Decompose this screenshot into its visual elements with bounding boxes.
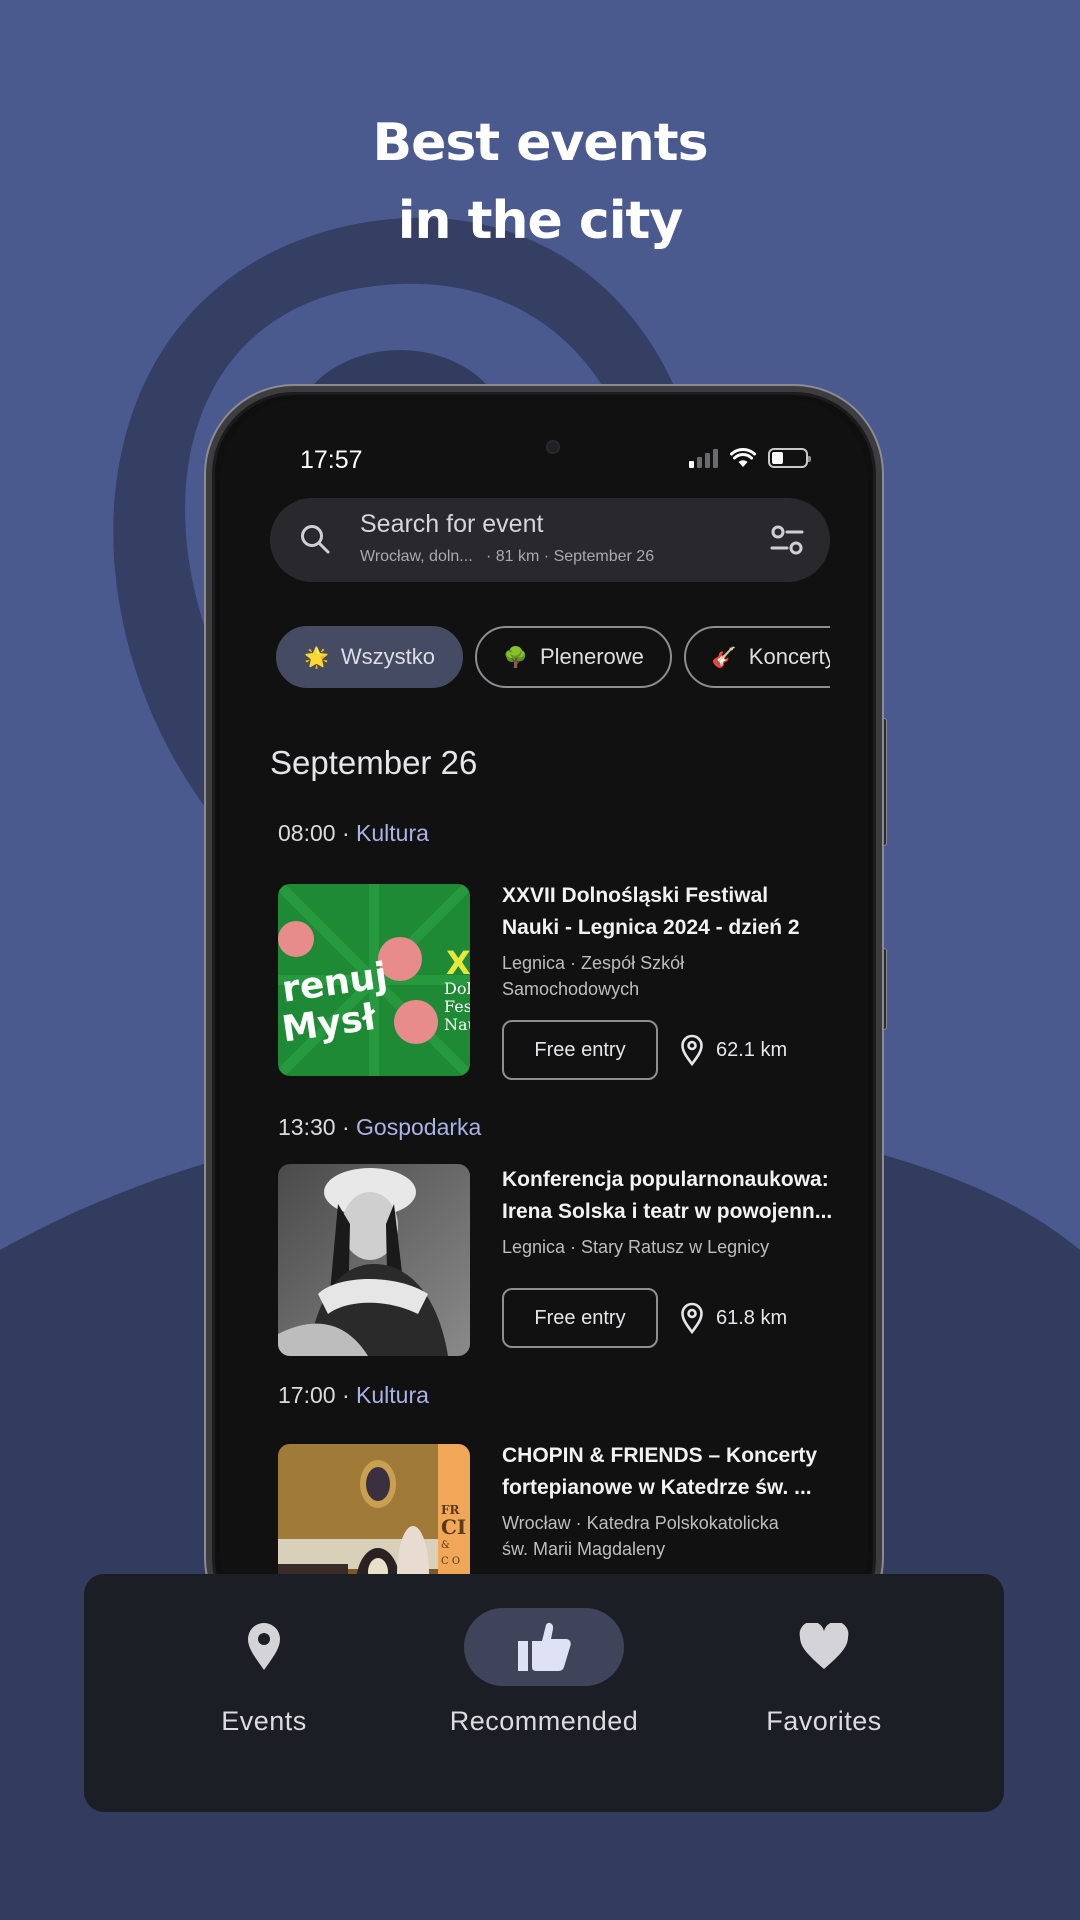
chip-wszystko[interactable]: 🌟 Wszystko (276, 626, 464, 688)
search-date: September 26 (553, 548, 655, 565)
svg-text:Dol: Dol (444, 979, 470, 998)
event-thumbnail[interactable]: renuj Mysł X Dol Fes Nau (278, 884, 470, 1076)
chip-plenerowe[interactable]: 🌳 Plenerowe (475, 626, 672, 688)
category-chips: 🌟 Wszystko 🌳 Plenerowe 🎸 Koncerty (276, 626, 830, 690)
event-title[interactable]: CHOPIN & FRIENDS – Koncerty fortepianowe… (502, 1440, 842, 1504)
headline-line-2: in the city (397, 191, 684, 251)
nav-label: Favorites (766, 1706, 882, 1736)
heart-icon (799, 1623, 849, 1669)
event-category[interactable]: Gospodarka (356, 1114, 481, 1140)
svg-text:C O: C O (441, 1556, 460, 1567)
event-image-portrait (278, 1164, 470, 1356)
tree-icon: 🌳 (503, 646, 528, 669)
svg-text:X: X (446, 944, 470, 982)
wifi-icon (730, 448, 756, 467)
event-category[interactable]: Kultura (356, 1382, 429, 1408)
svg-text:&: & (441, 1540, 450, 1551)
thumbs-up-icon (518, 1622, 571, 1671)
search-filters-summary: Wrocław, doln... · 81 km · September 26 (360, 548, 655, 565)
chip-koncerty[interactable]: 🎸 Koncerty (683, 626, 830, 688)
event-time-category: 08:00 · Kultura (278, 820, 429, 846)
event-title[interactable]: Konferencja popularnonaukowa: Irena Sols… (502, 1164, 842, 1228)
svg-text:Nau: Nau (444, 1015, 470, 1034)
event-time-category: 17:00 · Kultura (278, 1382, 429, 1408)
search-location: Wrocław, doln... (360, 548, 473, 565)
nav-label: Events (221, 1706, 307, 1736)
date-header: September 26 (270, 744, 478, 781)
search-placeholder: Search for event (360, 510, 544, 538)
nav-label: Recommended (449, 1706, 639, 1736)
status-icons (689, 448, 811, 468)
chip-label: Koncerty (748, 644, 830, 669)
event-distance: 62.1 km (680, 1034, 787, 1066)
event-thumbnail[interactable] (278, 1164, 470, 1356)
free-entry-button[interactable]: Free entry (502, 1020, 658, 1080)
nav-favorites[interactable]: Favorites (704, 1608, 944, 1812)
phone-frame: 17:57 Search for event Wrocław, doln... (206, 386, 882, 1646)
event-distance: 61.8 km (680, 1302, 787, 1334)
svg-text:CI: CI (441, 1515, 466, 1539)
phone-screen: 17:57 Search for event Wrocław, doln... (220, 400, 868, 1632)
star-icon: 🌟 (304, 646, 329, 669)
event-title[interactable]: XXVII Dolnośląski Festiwal Nauki - Legni… (502, 880, 842, 944)
search-icon (301, 525, 330, 554)
event-location: Legnica · Stary Ratusz w Legnicy (502, 1237, 770, 1257)
status-time: 17:57 (300, 446, 363, 474)
signal-icon (689, 448, 718, 468)
bottom-navigation: Events Recommended Favorites (84, 1574, 1004, 1812)
battery-level (772, 452, 784, 464)
event-time: 13:30 (278, 1114, 336, 1140)
guitar-icon: 🎸 (711, 646, 737, 669)
headline: Best events in the city (0, 104, 1080, 260)
nav-active-indicator (464, 1608, 624, 1686)
event-time-category: 13:30 · Gospodarka (278, 1114, 482, 1140)
search-bar[interactable]: Search for event Wrocław, doln... · 81 k… (270, 498, 830, 582)
event-time: 08:00 (278, 820, 336, 846)
nav-recommended[interactable]: Recommended (424, 1608, 664, 1812)
free-entry-button[interactable]: Free entry (502, 1288, 658, 1348)
map-pin-icon (681, 1034, 703, 1066)
event-category[interactable]: Kultura (356, 820, 429, 846)
nav-events[interactable]: Events (144, 1608, 384, 1812)
battery-icon (768, 448, 811, 468)
map-pin-icon (681, 1302, 703, 1334)
event-image-festival: renuj Mysł X Dol Fes Nau (278, 884, 470, 1076)
event-location: Wrocław · Katedra Polskokatolicka św. Ma… (502, 1513, 779, 1559)
event-time: 17:00 (278, 1382, 336, 1408)
front-camera (546, 440, 560, 454)
event-location: Legnica · Zespół Szkół Samochodowych (502, 953, 685, 999)
chip-label: Wszystko (340, 644, 436, 669)
map-pin-icon (248, 1623, 280, 1670)
headline-line-1: Best events (372, 113, 708, 173)
svg-text:Fes: Fes (444, 997, 470, 1016)
filter-icon[interactable] (770, 524, 804, 556)
search-radius: 81 km (495, 548, 540, 565)
chip-label: Plenerowe (539, 644, 644, 669)
